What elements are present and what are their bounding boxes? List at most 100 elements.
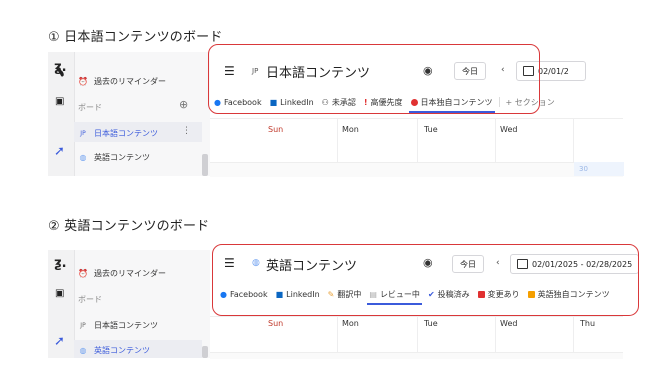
add-board-icon[interactable]: ⊕ bbox=[179, 98, 188, 111]
tab-divider bbox=[498, 97, 500, 107]
weekday-mon: Mon bbox=[342, 125, 359, 134]
tab-english-original[interactable]: 英語独自コンテンツ bbox=[524, 286, 614, 302]
sidebar: ƺ. ▣ ➚ ⏰ 過去のリマインダー ボード JP 日本語コンテンツ ◍ 英語コ… bbox=[48, 250, 210, 358]
tab-linkedin[interactable]: ■ LinkedIn bbox=[272, 286, 324, 302]
weekday-tue: Tue bbox=[424, 125, 438, 134]
board-panel-japanese: ﹅ ƺ. ▣ ➚ ⏰ 過去のリマインダー ボード ⊕ JP 日本語コンテンツ ⋮… bbox=[48, 52, 624, 177]
menu-icon[interactable]: ☰ bbox=[224, 64, 235, 78]
tab-label: 投稿済み bbox=[437, 289, 470, 299]
sidebar-scrollbar[interactable] bbox=[202, 154, 208, 176]
section-1-title: ① 日本語コンテンツのボード bbox=[48, 30, 223, 45]
board-panel-english: ƺ. ▣ ➚ ⏰ 過去のリマインダー ボード JP 日本語コンテンツ ◍ 英語コ… bbox=[48, 250, 640, 359]
weekday-tue: Tue bbox=[424, 319, 438, 328]
tab-label: Facebook bbox=[229, 289, 268, 299]
calendar-picker-icon bbox=[517, 259, 528, 269]
icon-rail: ƺ. ▣ ➚ bbox=[48, 250, 75, 358]
tab-translating[interactable]: ✎ 翻訳中 bbox=[324, 286, 366, 302]
prev-period-button[interactable]: ‹ bbox=[496, 258, 500, 268]
exclamation-icon: ! bbox=[363, 97, 368, 107]
sidebar-item-english[interactable]: ◍ 英語コンテンツ bbox=[78, 152, 151, 163]
tab-japan-original[interactable]: 日本独自コンテンツ bbox=[407, 94, 497, 113]
alarm-icon: ⏰ bbox=[78, 77, 88, 86]
tab-label: レビュー中 bbox=[379, 289, 420, 299]
alarm-icon: ⏰ bbox=[78, 269, 88, 278]
facebook-icon: ● bbox=[220, 289, 227, 299]
sidebar-scrollbar[interactable] bbox=[202, 346, 208, 358]
sidebar-item-label: 英語コンテンツ bbox=[94, 346, 150, 355]
boards-heading: ボード bbox=[78, 295, 102, 304]
prev-period-button[interactable]: ‹ bbox=[501, 65, 505, 75]
tab-label: + セクション bbox=[505, 97, 555, 107]
linkedin-icon: ■ bbox=[269, 97, 278, 107]
icon-rail: ﹅ ƺ. ▣ ➚ bbox=[48, 52, 75, 176]
tab-high-priority[interactable]: ! 高優先度 bbox=[360, 94, 407, 110]
sidebar: ﹅ ƺ. ▣ ➚ ⏰ 過去のリマインダー ボード ⊕ JP 日本語コンテンツ ⋮… bbox=[48, 52, 210, 176]
menu-icon[interactable]: ☰ bbox=[224, 256, 235, 270]
tab-label: 未承認 bbox=[331, 97, 356, 107]
weekday-wed: Wed bbox=[500, 125, 518, 134]
tab-label: 高優先度 bbox=[370, 97, 403, 107]
sidebar-item-label: 日本語コンテンツ bbox=[94, 321, 158, 330]
tab-posted[interactable]: ✔ 投稿済み bbox=[424, 286, 474, 302]
send-icon[interactable]: ➚ bbox=[54, 144, 65, 159]
user-check-icon: ⚇ bbox=[321, 97, 329, 107]
tab-label: 変更あり bbox=[487, 289, 520, 299]
tab-facebook[interactable]: ● Facebook bbox=[216, 286, 272, 302]
sidebar-item-japanese[interactable]: JP 日本語コンテンツ bbox=[78, 128, 158, 139]
weekday-sun: Sun bbox=[268, 125, 284, 134]
orange-square-icon bbox=[527, 290, 535, 298]
section-2-title: ② 英語コンテンツのボード bbox=[48, 219, 210, 234]
past-reminders-label: 過去のリマインダー bbox=[94, 269, 166, 278]
tab-changed[interactable]: 変更あり bbox=[474, 286, 524, 302]
tab-label: 英語独自コンテンツ bbox=[537, 289, 610, 299]
date-number: 30 bbox=[579, 165, 588, 173]
today-cell[interactable]: 30 bbox=[574, 162, 624, 176]
weekday-mon: Mon bbox=[342, 319, 359, 328]
brand-icon[interactable]: ƺ. bbox=[54, 60, 67, 75]
send-icon[interactable]: ➚ bbox=[54, 334, 65, 349]
tab-label: LinkedIn bbox=[286, 289, 320, 299]
section-tabs: ● Facebook ■ LinkedIn ⚇ 未承認 ! 高優先度 日本独自コンテンツ… bbox=[210, 94, 559, 113]
sidebar-item-label: 英語コンテンツ bbox=[94, 153, 150, 162]
boards-heading: ボード bbox=[78, 103, 102, 112]
sidebar-item-label: 日本語コンテンツ bbox=[94, 129, 158, 138]
globe-board-icon: ◍ bbox=[252, 258, 260, 268]
tab-unapproved[interactable]: ⚇ 未承認 bbox=[318, 94, 360, 110]
tab-in-review[interactable]: ▤ レビュー中 bbox=[365, 286, 424, 305]
date-range-picker[interactable]: 02/01/2025 - 02/28/2025 bbox=[510, 254, 640, 274]
calendar-row bbox=[210, 162, 623, 177]
tab-linkedin[interactable]: ■ LinkedIn bbox=[266, 94, 318, 110]
brand-icon[interactable]: ƺ. bbox=[54, 256, 67, 271]
today-button[interactable]: 今日 bbox=[454, 62, 486, 80]
date-range-picker[interactable]: 02/01/2 bbox=[516, 61, 586, 81]
past-reminders-item[interactable]: ⏰ 過去のリマインダー bbox=[78, 268, 166, 279]
weekday-thu: Thu bbox=[580, 319, 596, 328]
weekday-wed: Wed bbox=[500, 319, 518, 328]
tab-label: LinkedIn bbox=[280, 97, 314, 107]
past-reminders-item[interactable]: ⏰ 過去のリマインダー bbox=[78, 76, 166, 87]
jp-icon: JP bbox=[80, 322, 86, 329]
section-tabs: ● Facebook ■ LinkedIn ✎ 翻訳中 ▤ レビュー中 ✔ 投稿済み 変更… bbox=[216, 286, 614, 305]
jp-board-icon: JP bbox=[252, 67, 259, 75]
date-range-text: 02/01/2025 - 02/28/2025 bbox=[532, 259, 633, 269]
calendar-main: ☰ JP 日本語コンテンツ ◉ 今日 ‹ 02/01/2 ● Facebook ■… bbox=[210, 52, 624, 177]
calendar-icon[interactable]: ▣ bbox=[55, 288, 64, 299]
today-button[interactable]: 今日 bbox=[452, 255, 484, 273]
red-square-icon bbox=[477, 290, 485, 298]
weekday-sun: Sun bbox=[268, 319, 284, 328]
board-title: 英語コンテンツ bbox=[266, 259, 358, 274]
tab-facebook[interactable]: ● Facebook bbox=[210, 94, 266, 110]
facebook-icon: ● bbox=[214, 97, 221, 107]
past-reminders-label: 過去のリマインダー bbox=[94, 77, 166, 86]
calendar-picker-icon bbox=[523, 66, 534, 76]
language-globe-icon[interactable]: ◉ bbox=[423, 64, 433, 77]
add-section-button[interactable]: + セクション bbox=[502, 94, 559, 110]
calendar-icon[interactable]: ▣ bbox=[55, 96, 64, 107]
calendar-main: ☰ ◍ 英語コンテンツ ◉ 今日 ‹ 02/01/2025 - 02/28/20… bbox=[210, 250, 640, 359]
jp-icon: JP bbox=[80, 130, 86, 137]
tab-label: Facebook bbox=[223, 97, 262, 107]
sidebar-item-english[interactable]: ◍ 英語コンテンツ bbox=[78, 345, 151, 356]
sidebar-item-japanese[interactable]: JP 日本語コンテンツ bbox=[78, 320, 158, 331]
language-globe-icon[interactable]: ◉ bbox=[423, 256, 433, 269]
more-options-icon[interactable]: ⋮ bbox=[182, 126, 191, 136]
